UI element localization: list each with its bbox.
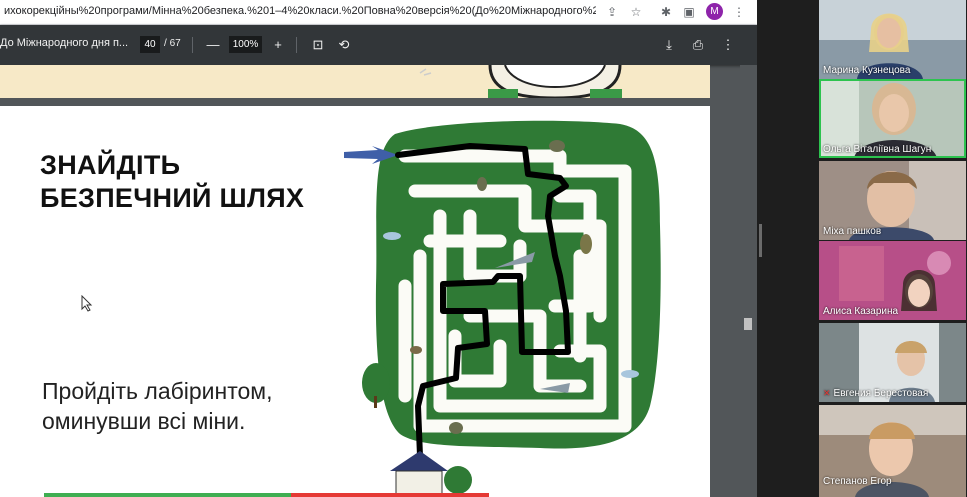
instruction-line-2: оминувши всі міни. [42,408,246,434]
bush-icon [621,370,639,378]
mine-icon [410,346,422,354]
page-bottom-bar [44,493,489,497]
total-pages: 67 [169,38,181,49]
more-icon[interactable]: ⋮ [719,36,737,54]
zoom-input[interactable]: 100% [229,36,262,53]
browser-window: ихокорекційны%20програми/Мінна%20безпека… [0,0,757,497]
menu-dots-icon[interactable]: ⋮ [730,3,748,21]
bottom-bar-red [291,493,489,497]
scrollbar-thumb[interactable] [744,318,752,330]
page-count: / 67 [164,38,181,49]
print-icon[interactable]: ⎙ [689,36,707,54]
participant-name: Алиса Казарина [823,306,899,317]
profile-avatar[interactable]: M [706,3,723,20]
mouse-cursor-icon [81,295,93,312]
participant-tile[interactable]: ✕ Евгения Берестовая [819,323,966,402]
extensions-icon[interactable]: ✱ [657,3,675,21]
cartoon-illustration [419,65,622,98]
house-roof [390,451,448,471]
muted-mic-icon: ✕ [823,388,831,398]
participant-tile[interactable]: Марина Кузнецова [819,0,966,79]
mine-icon [580,234,592,254]
zoom-out-button[interactable]: — [204,36,222,54]
zoom-in-button[interactable]: + [269,36,287,54]
page-separator: / [164,38,167,49]
pdf-page: ЗНАЙДІТЬ БЕЗПЕЧНИЙ ШЛЯХ Пройдіть лабірин… [0,106,710,497]
mine-icon [549,140,565,152]
participant-name: Ольга Віталіївна Шагун [823,144,932,155]
bush-icon [444,466,472,494]
participant-tile[interactable]: Степанов Егор [819,405,966,497]
toolbar-divider [296,37,297,53]
participant-name-row: ✕ Евгения Берестовая [823,388,928,399]
address-bar[interactable]: ихокорекційны%20програми/Мінна%20безпека… [0,0,757,25]
previous-page-fragment [0,65,710,98]
panel-divider [757,0,817,497]
rotate-icon[interactable]: ⟲ [335,36,353,54]
star-icon[interactable]: ☆ [627,3,645,21]
share-icon[interactable]: ⇪ [603,3,621,21]
toolbar-divider [192,37,193,53]
participant-name: Марина Кузнецова [823,65,911,76]
pdf-toolbar: До Міжнародного дня п... 40 / 67 — 100% … [0,25,757,65]
page-number-input[interactable]: 40 [140,36,160,53]
tree-trunk [374,396,377,408]
pdf-title: До Міжнародного дня п... [0,37,129,49]
fit-page-icon[interactable]: ⊡ [309,36,327,54]
scrollbar-track[interactable] [740,65,757,497]
bush-icon [383,232,401,240]
instruction-line-1: Пройдіть лабіринтом, [42,378,273,404]
mine-icon [477,177,487,191]
url-text[interactable]: ихокорекційны%20програми/Мінна%20безпека… [4,5,596,17]
resize-handle[interactable] [759,224,762,257]
sidebar-icon[interactable]: ▣ [680,3,698,21]
participant-name: Міха пашков [823,226,882,237]
participant-tile[interactable]: Міха пашков [819,161,966,240]
download-icon[interactable]: ⤓ [660,36,678,54]
instruction-text: Пройдіть лабіринтом, оминувши всі міни. [42,376,273,436]
participant-tile[interactable]: Алиса Казарина [819,241,966,320]
participant-name: Степанов Егор [823,476,892,487]
participant-name: Евгения Берестовая [833,388,929,399]
mine-icon [449,422,463,434]
participant-tile-active-speaker[interactable]: Ольга Віталіївна Шагун [819,79,966,158]
bottom-bar-green [44,493,291,497]
maze-illustration [344,120,661,497]
